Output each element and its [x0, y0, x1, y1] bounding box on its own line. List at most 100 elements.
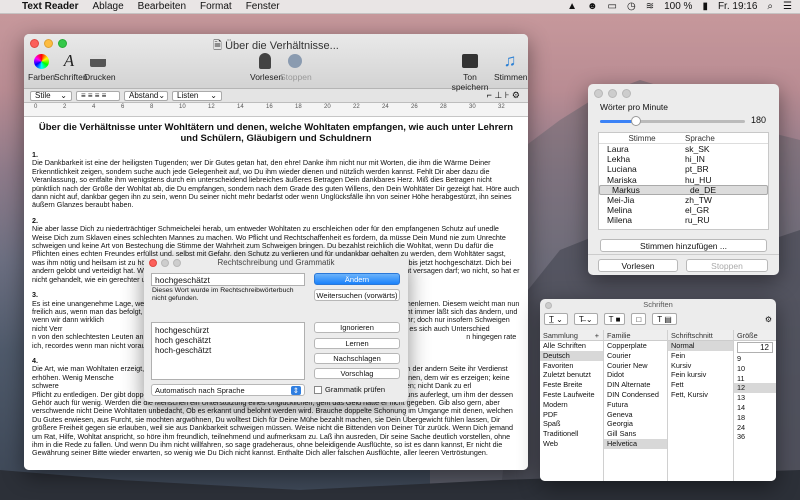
typeface-item[interactable]: Normal [668, 341, 733, 351]
collection-item[interactable]: Deutsch [540, 350, 603, 361]
notification-icon[interactable]: ▲ [567, 1, 577, 12]
add-voices-button[interactable]: Stimmen hinzufügen ... [600, 239, 767, 252]
nachschlagen-button[interactable]: Nachschlagen [314, 353, 400, 364]
add-icon[interactable]: + [595, 330, 599, 341]
size-item[interactable]: 36 [734, 432, 776, 442]
ignorieren-button[interactable]: Ignorieren [314, 322, 400, 333]
collection-item[interactable]: Spaß [540, 419, 603, 429]
sync-icon[interactable]: ◷ [627, 1, 636, 12]
search-icon[interactable]: ⌕ [767, 1, 773, 12]
person-icon[interactable]: ☻ [587, 1, 598, 12]
typeface-item[interactable]: Fett [668, 380, 733, 390]
family-item[interactable]: Copperplate [604, 341, 667, 351]
menu-format[interactable]: Format [200, 1, 232, 12]
collection-item[interactable]: Traditionell [540, 429, 603, 439]
family-item[interactable]: DIN Alternate [604, 380, 667, 390]
size-input[interactable]: 12 [737, 342, 773, 353]
stimmen-button[interactable]: ♫ Stimmen [494, 51, 528, 82]
strikethrough-select[interactable]: T̶ ⌄ [573, 313, 598, 325]
listen-select[interactable]: Listen ⌄ [172, 90, 222, 101]
ton-speichern-button[interactable]: Ton speichern [448, 52, 492, 92]
voice-row[interactable]: Markus de_DE [599, 184, 768, 195]
family-item[interactable]: Georgia [604, 419, 667, 429]
minimize-button[interactable] [161, 259, 169, 267]
minimize-button[interactable] [608, 89, 617, 98]
clock-text[interactable]: Fr. 19:16 [718, 1, 757, 12]
typeface-item[interactable]: Fein [668, 351, 733, 361]
stoppen-button[interactable]: Stoppen [280, 52, 312, 82]
shadow-control[interactable]: T ▤ [652, 313, 677, 325]
zoom-button[interactable] [622, 89, 631, 98]
collection-item[interactable]: PDF [540, 410, 603, 420]
size-item[interactable]: 24 [734, 423, 776, 433]
voice-row[interactable]: Luciana pt_BR [599, 164, 768, 174]
family-item[interactable]: Didot [604, 370, 667, 380]
vorlesen-button[interactable]: Vorlesen [250, 52, 283, 82]
collection-item[interactable]: Feste Breite [540, 380, 603, 390]
zoom-button[interactable] [173, 259, 181, 267]
underline-select[interactable]: T̲ ⌄ [544, 313, 568, 325]
collection-item[interactable]: Alle Schriften [540, 341, 603, 351]
family-item[interactable]: Futura [604, 400, 667, 410]
family-item[interactable]: Helvetica [604, 438, 667, 449]
size-item[interactable]: 11 [734, 374, 776, 384]
weitersuchen-button[interactable]: Weitersuchen (vorwärts) [314, 289, 400, 301]
menu-ablage[interactable]: Ablage [93, 1, 124, 12]
text-color-button[interactable]: T ■ [603, 313, 626, 325]
menu-fenster[interactable]: Fenster [246, 1, 280, 12]
family-item[interactable]: Courier New [604, 361, 667, 371]
suggestion-item[interactable]: hoch-geschätzt [155, 345, 301, 355]
menu-list-icon[interactable]: ☰ [783, 1, 792, 12]
size-item[interactable]: 14 [734, 403, 776, 413]
alignment-control[interactable]: ≡ ≡ ≡ ≡ [76, 90, 120, 101]
display-icon[interactable]: ▭ [608, 1, 617, 12]
voice-row[interactable]: Milena ru_RU [599, 215, 768, 225]
wifi-icon[interactable]: ≋ [646, 1, 654, 12]
size-item[interactable]: 13 [734, 393, 776, 403]
suggestion-item[interactable]: hoch geschätzt [155, 335, 301, 345]
close-button[interactable] [594, 89, 603, 98]
collection-item[interactable]: Zuletzt benutzt [540, 370, 603, 380]
voice-row[interactable]: Mei-Jia zh_TW [599, 195, 768, 205]
typeface-item[interactable]: Fett, Kursiv [668, 390, 733, 400]
voice-row[interactable]: Mariska hu_HU [599, 175, 768, 185]
menu-bearbeiten[interactable]: Bearbeiten [138, 1, 186, 12]
speech-stoppen-button[interactable]: Stoppen [686, 259, 768, 272]
close-button[interactable] [149, 259, 157, 267]
family-item[interactable]: Geneva [604, 410, 667, 420]
grammar-checkbox-row[interactable]: Grammatik prüfen [314, 385, 385, 394]
document-color-button[interactable]: □ [631, 313, 647, 325]
ruler[interactable]: 0 2 4 6 8 10 12 14 16 18 20 22 24 26 28 30 32 [24, 103, 528, 117]
family-item[interactable]: DIN Condensed [604, 390, 667, 400]
collection-item[interactable]: Feste Laufweite [540, 390, 603, 400]
rate-slider[interactable] [600, 116, 745, 126]
typeface-item[interactable]: Fein kursiv [668, 370, 733, 380]
aendern-button[interactable]: Ändern [314, 273, 400, 285]
collection-item[interactable]: Favoriten [540, 361, 603, 371]
collection-item[interactable]: Modern [540, 400, 603, 410]
speech-vorlesen-button[interactable]: Vorlesen [598, 259, 678, 272]
typeface-item[interactable]: Kursiv [668, 361, 733, 371]
rate-slider-knob[interactable] [631, 116, 642, 126]
size-item[interactable]: 12 [734, 383, 776, 394]
size-item[interactable]: 10 [734, 364, 776, 374]
drucken-button[interactable]: Drucken [84, 52, 116, 82]
voice-row[interactable]: Laura sk_SK [599, 144, 768, 154]
family-item[interactable]: Courier [604, 351, 667, 361]
abstand-select[interactable]: Abstand ⌄ [124, 90, 168, 101]
suggestion-list[interactable]: hochgeschürzt hoch geschätzt hoch-geschä… [151, 322, 305, 380]
family-item[interactable]: Gill Sans [604, 429, 667, 439]
battery-text[interactable]: 100 % [664, 1, 692, 12]
close-button[interactable] [545, 302, 552, 309]
menu-app-name[interactable]: Text Reader [22, 1, 79, 12]
language-select[interactable]: Automatisch nach Sprache ⇕ [151, 384, 305, 396]
stile-select[interactable]: Stile ⌄ [30, 90, 72, 101]
voice-row[interactable]: Lekha hi_IN [599, 154, 768, 164]
collection-item[interactable]: Web [540, 439, 603, 449]
gear-icon[interactable]: ⚙ [765, 315, 772, 324]
lernen-button[interactable]: Lernen [314, 338, 400, 349]
vorschlag-button[interactable]: Vorschlag [314, 368, 400, 379]
misspelled-word-field[interactable]: hochgeschätzt [151, 273, 305, 286]
grammar-checkbox[interactable] [314, 385, 322, 394]
schriften-button[interactable]: A Schriften [54, 51, 88, 82]
